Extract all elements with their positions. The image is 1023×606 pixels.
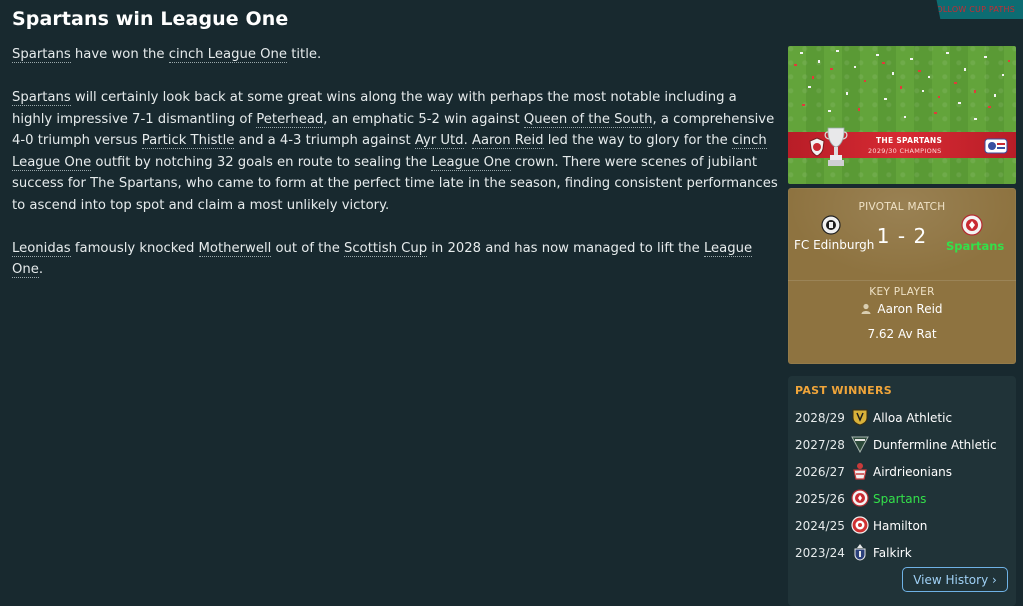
winner-season: 2024/25 [795, 519, 845, 533]
winner-row[interactable]: 2024/25 Hamilton [795, 516, 1010, 538]
winner-season: 2023/24 [795, 546, 845, 560]
winner-team[interactable]: Falkirk [873, 546, 912, 560]
key-player-label: KEY PLAYER [869, 286, 935, 298]
past-winners-panel: PAST WINNERS 2028/29 Alloa Athletic 2027… [788, 376, 1016, 606]
winner-season: 2025/26 [795, 492, 845, 506]
article-text: , an emphatic 5-2 win against [323, 111, 524, 127]
card-divider [788, 280, 1016, 281]
hamilton-crest-icon [851, 516, 869, 534]
winner-row[interactable]: 2025/26 Spartans [795, 489, 1010, 511]
article-text: . [463, 133, 472, 148]
celebration-image: THE SPARTANS 2029/30 CHAMPIONS [788, 46, 1016, 184]
winner-row[interactable]: 2026/27 Airdrieonians [795, 462, 1010, 484]
winner-team[interactable]: Airdrieonians [873, 465, 952, 479]
sidebar: THE SPARTANS 2029/30 CHAMPIONS PIVOTAL M… [788, 46, 1016, 606]
news-headline: Spartans win League One [12, 8, 289, 30]
alloa-crest-icon [852, 409, 868, 426]
falkirk-crest-icon [854, 544, 866, 561]
key-player-name[interactable]: Aaron Reid [877, 302, 942, 316]
winner-team[interactable]: Alloa Athletic [873, 411, 952, 425]
winner-season: 2026/27 [795, 465, 845, 479]
player-icon [861, 303, 871, 314]
key-player-row[interactable]: Aaron Reid [788, 302, 1016, 316]
link-scottish-cup[interactable]: Scottish Cup [344, 240, 428, 257]
league-one-logo-icon [984, 138, 1008, 154]
article-text: in 2028 and has now managed to lift the [427, 240, 704, 256]
spartans-crest-icon [851, 489, 869, 507]
link-league-one[interactable]: League One [431, 154, 511, 171]
article-text: have won the [70, 47, 169, 62]
article-paragraph-3: Leonidas famously knocked Motherwell out… [12, 238, 780, 281]
winner-team[interactable]: Spartans [873, 492, 926, 506]
article-text: and a 4-3 triumph against [234, 133, 415, 148]
article-text: title. [287, 47, 322, 62]
winner-season: 2027/28 [795, 438, 845, 452]
winner-season: 2028/29 [795, 411, 845, 425]
banner-title: THE SPARTANS [876, 136, 943, 145]
trophy-icon [824, 127, 848, 166]
link-ayr-utd[interactable]: Ayr Utd [414, 133, 464, 149]
pivotal-match-card[interactable]: PIVOTAL MATCH FC Edinburgh 1 - 2 Spartan… [788, 188, 1016, 364]
banner-subtitle: 2029/30 CHAMPIONS [868, 147, 942, 155]
link-peterhead[interactable]: Peterhead [256, 111, 324, 128]
link-spartans[interactable]: Spartans [12, 90, 71, 106]
winner-team[interactable]: Dunfermline Athletic [873, 438, 997, 452]
article-paragraph-1: Spartans have won the cinch League One t… [12, 44, 780, 66]
news-article: Spartans have won the cinch League One t… [12, 44, 780, 302]
link-cinch-league-one[interactable]: cinch League One [168, 47, 287, 63]
view-history-button[interactable]: View History › [902, 567, 1008, 592]
airdrieonians-crest-icon [853, 463, 867, 480]
winner-row[interactable]: 2023/24 Falkirk [795, 543, 1010, 565]
article-text: famously knocked [70, 240, 199, 256]
spartans-crest [809, 137, 825, 157]
link-queen-of-the-south[interactable]: Queen of the South [523, 111, 653, 128]
link-partick-thistle[interactable]: Partick Thistle [141, 133, 235, 149]
article-text: . [38, 262, 44, 277]
pivotal-match-label: PIVOTAL MATCH [858, 201, 946, 213]
article-text: outfit by notching 32 goals en route to … [91, 154, 432, 170]
link-spartans[interactable]: Spartans [12, 47, 71, 63]
article-text: led the way to glory for the [543, 133, 732, 148]
corner-tag[interactable]: FOLLOW CUP PATHS [936, 0, 1023, 19]
confetti-decoration [794, 50, 1010, 120]
winner-row[interactable]: 2028/29 Alloa Athletic [795, 408, 1010, 430]
key-player-rating: 7.62 Av Rat [867, 327, 937, 341]
link-aaron-reid[interactable]: Aaron Reid [471, 133, 544, 149]
article-paragraph-2: Spartans will certainly look back at som… [12, 87, 780, 216]
article-text: out of the [271, 240, 345, 256]
link-leonidas[interactable]: Leonidas [12, 240, 71, 257]
dunfermline-crest-icon [851, 436, 869, 453]
winner-team[interactable]: Hamilton [873, 519, 927, 533]
link-motherwell[interactable]: Motherwell [198, 240, 272, 257]
away-team-name[interactable]: Spartans [946, 239, 1004, 253]
past-winners-title: PAST WINNERS [795, 384, 892, 397]
winner-row[interactable]: 2027/28 Dunfermline Athletic [795, 435, 1010, 457]
